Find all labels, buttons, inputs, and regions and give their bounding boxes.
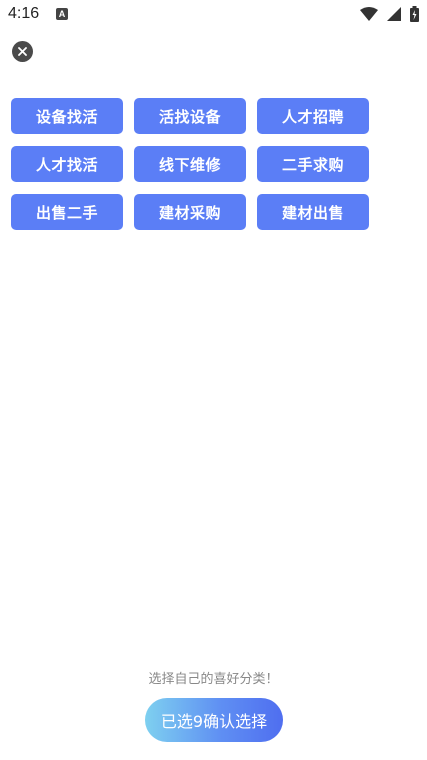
screen: 4:16 A 设备找活 活找设备 人才招聘 人才找活 线下维修 二手求购 出售二 (0, 0, 427, 760)
category-button-second-hand-wanted[interactable]: 二手求购 (257, 146, 369, 182)
category-button-work-seeking-equipment[interactable]: 活找设备 (134, 98, 246, 134)
hint-text: 选择自己的喜好分类！ (148, 672, 279, 687)
battery-icon (410, 6, 419, 22)
category-button-equipment-seeking-work[interactable]: 设备找活 (11, 98, 123, 134)
status-time: 4:16 (8, 5, 40, 22)
signal-icon (386, 7, 401, 21)
category-button-sell-second-hand[interactable]: 出售二手 (11, 194, 123, 230)
confirm-selection-button[interactable]: 已选9确认选择 (145, 698, 283, 742)
status-bar: 4:16 A (0, 0, 427, 30)
close-button[interactable] (12, 41, 33, 62)
status-icons (356, 6, 419, 22)
category-button-building-materials-purchase[interactable]: 建材采购 (134, 194, 246, 230)
app-notification-icon: A (56, 8, 68, 20)
category-button-talent-recruitment[interactable]: 人才招聘 (257, 98, 369, 134)
category-button-building-materials-sale[interactable]: 建材出售 (257, 194, 369, 230)
category-button-talent-seeking-work[interactable]: 人才找活 (11, 146, 123, 182)
category-grid: 设备找活 活找设备 人才招聘 人才找活 线下维修 二手求购 出售二手 建材采购 … (11, 98, 371, 230)
close-icon (18, 47, 27, 56)
category-button-offline-repair[interactable]: 线下维修 (134, 146, 246, 182)
wifi-icon (359, 7, 378, 21)
